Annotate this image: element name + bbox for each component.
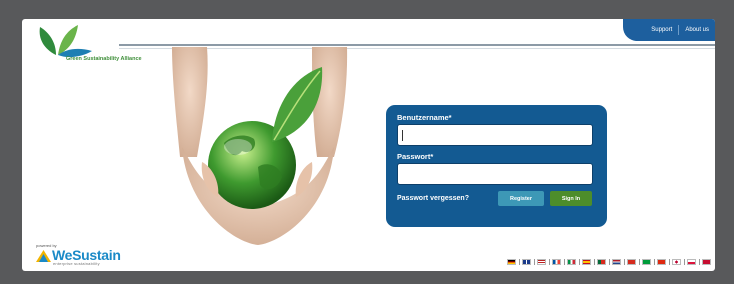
wesustain-tagline: enterprise sustainability [53, 261, 100, 266]
flag-separator [623, 259, 625, 265]
de-flag-icon[interactable] [507, 259, 516, 265]
flag-separator [638, 259, 640, 265]
flag-separator [653, 259, 655, 265]
jp-flag-icon[interactable] [672, 259, 681, 265]
wesustain-triangle-icon [36, 250, 51, 262]
ch-flag-icon[interactable] [627, 259, 636, 265]
pl-flag-icon[interactable] [687, 259, 696, 265]
register-button[interactable]: Register [498, 191, 544, 206]
forgot-password-link[interactable]: Passwort vergessen? [397, 195, 498, 202]
login-panel: Benutzername* Passwort* Passwort vergess… [386, 105, 607, 227]
flag-separator [683, 259, 685, 265]
es-flag-icon[interactable] [582, 259, 591, 265]
password-input[interactable] [397, 163, 593, 185]
flag-separator [563, 259, 565, 265]
us-flag-icon[interactable] [537, 259, 546, 265]
globe-in-hands-image [172, 47, 348, 245]
sign-in-button[interactable]: Sign In [550, 191, 592, 206]
about-us-link[interactable]: About us [685, 27, 709, 33]
login-actions: Passwort vergessen? Register Sign In [397, 191, 596, 206]
dk-flag-icon[interactable] [702, 259, 711, 265]
support-link[interactable]: Support [651, 27, 672, 33]
flag-separator [518, 259, 520, 265]
username-label: Benutzername* [397, 113, 452, 122]
window-frame: Support About us Green Sustainability Al… [0, 0, 734, 284]
language-selector [507, 259, 711, 265]
flag-separator [533, 259, 535, 265]
pt-flag-icon[interactable] [597, 259, 606, 265]
flag-separator [548, 259, 550, 265]
cn-flag-icon[interactable] [657, 259, 666, 265]
flag-separator [608, 259, 610, 265]
powered-by-logo[interactable]: powered by WeSustain enterprise sustaina… [36, 243, 126, 267]
flag-separator [668, 259, 670, 265]
nav-separator [678, 25, 680, 35]
header-divider [119, 44, 715, 46]
fr-flag-icon[interactable] [552, 259, 561, 265]
flag-separator [578, 259, 580, 265]
flag-separator [593, 259, 595, 265]
password-label: Passwort* [397, 152, 434, 161]
page-content: Support About us Green Sustainability Al… [22, 19, 715, 271]
uk-flag-icon[interactable] [522, 259, 531, 265]
br-flag-icon[interactable] [642, 259, 651, 265]
it-flag-icon[interactable] [567, 259, 576, 265]
flag-separator [698, 259, 700, 265]
nl-flag-icon[interactable] [612, 259, 621, 265]
top-navigation: Support About us [623, 19, 715, 41]
leaf-logo-icon [39, 25, 92, 58]
username-input[interactable] [397, 124, 593, 146]
text-caret [402, 130, 403, 141]
brand-name: Green Sustainability Alliance [66, 56, 142, 62]
